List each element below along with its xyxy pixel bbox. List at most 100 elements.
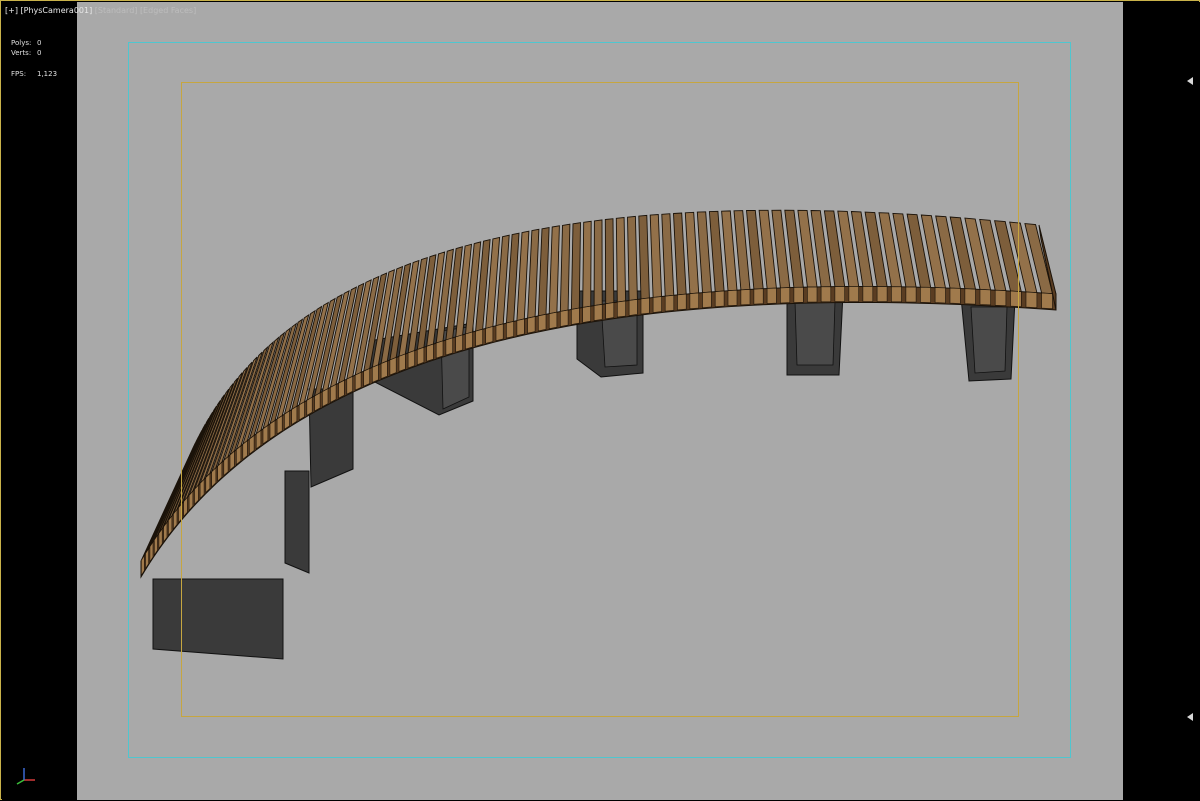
viewport-shading-button[interactable]: [Standard] [95,6,138,15]
bench-slat-front-face [593,304,603,321]
bench-slat-front-face [994,289,1007,307]
bench-leg [152,578,284,660]
bench-slat-front-face [1025,291,1038,309]
bench-slat-front-face [338,379,345,399]
bench-slat-front-face [371,364,379,383]
bench-slat [570,222,581,311]
collapse-arrow-icon[interactable] [1187,77,1193,85]
polys-label: Polys: [11,39,32,47]
bench-slat-front-face [582,305,592,323]
polys-stat: Polys: 0 [11,39,41,47]
bench-slat [548,225,560,315]
bench-slat-front-face [753,288,764,305]
bench-slat-front-face [862,286,874,302]
bench-slat [559,223,571,313]
bench-slat-front-face [298,401,305,421]
bench-slat-front-face [445,337,454,356]
bench-slat [582,220,592,309]
bench-slat [708,210,725,293]
xyz-axis-gizmo-icon [16,768,35,785]
bench-slat [649,214,663,298]
bench-slat-front-face [740,289,751,306]
bench-slat-front-face [363,368,371,387]
bench-slat-front-face [537,313,547,332]
fps-stat: FPS: 1,123 [11,70,57,78]
bench-slat-front-face [389,357,397,376]
bench-slat-front-face [416,346,425,366]
viewport-menu-button[interactable]: [+] [5,6,18,15]
bench-slat-front-face [934,287,946,304]
bench-slat-front-face [306,396,313,416]
bench-slat-front-face [848,286,860,302]
bench-slat-front-face [455,334,463,353]
bench-slat [627,215,638,302]
bench-slat-front-face [269,419,276,440]
bench-slat-front-face [527,316,536,334]
viewport-camera-button[interactable]: [PhysCamera001] [21,6,93,15]
viewport-mode-button[interactable]: [Edged Faces] [140,6,196,15]
bench-slat [604,218,615,305]
bench-slat-front-face [236,445,242,466]
bench-slat [527,228,540,319]
bench-slat-front-face [616,300,626,318]
bench-slat-front-face [516,318,525,336]
bench-model-render[interactable] [1,1,1200,801]
bench-slat-front-face [495,323,504,342]
bench-slat-front-face [949,287,961,304]
bench-slat [615,217,627,303]
bench-slat-front-face [262,424,269,445]
bench-slat-front-face [398,353,406,372]
bench-slat-front-face [793,286,804,303]
perspective-viewport[interactable]: [+] [PhysCamera001] [Standard] [Edged Fa… [0,0,1200,800]
bench-slat-front-face [242,439,248,460]
bench-slat [661,213,675,297]
collapse-arrow-icon[interactable] [1187,713,1193,721]
bench-slat-front-face [820,286,832,303]
fps-value: 1,123 [37,70,58,78]
bench-slat-front-face [727,289,738,307]
bench-slat-front-face [677,293,687,311]
fps-label: FPS: [11,70,27,78]
bench-slat-front-face [652,296,662,313]
bench-slat-front-face [559,309,569,327]
bench-slat-front-face [354,371,362,391]
bench-slat-front-face [475,328,484,347]
bench-slat-front-face [689,292,700,310]
bench-slat-front-face [1010,290,1022,308]
polys-value: 0 [37,39,42,47]
bench-slat-front-face [255,429,262,450]
bench-slat-front-face [407,350,415,369]
bench-slat [684,211,700,295]
bench-slat [673,212,687,296]
bench-slat-front-face [664,294,675,312]
bench-slat-front-face [284,410,290,430]
bench-slat-front-face [979,289,991,306]
bench-slat-front-face [330,383,337,403]
bench-slat [638,214,650,300]
bench-slat-front-face [435,340,444,359]
bench-slat-front-face [920,286,932,303]
bench-leg-inner-face [970,306,1008,374]
bench-slat-front-face [834,286,846,302]
bench-slat-front-face [322,388,329,408]
bench-slat-front-face [571,307,580,325]
bench-slat-front-face [346,375,354,395]
bench-slat-front-face [314,392,321,412]
bench-slat-front-face [702,291,712,309]
bench-slat [537,226,550,317]
verts-stat: Verts: 0 [11,49,41,57]
bench-leg [284,470,310,574]
bench-slat-front-face [780,287,791,304]
bench-slat-front-face [1041,292,1053,310]
bench-slat-front-face [249,434,255,455]
verts-label: Verts: [11,49,32,57]
bench-slat-front-face [276,415,283,435]
bench-slat-front-face [380,360,388,380]
bench-slat-front-face [548,311,558,330]
bench-slat-front-face [426,343,434,362]
bench-slat-front-face [964,288,976,305]
bench-slat [593,219,603,307]
bench-slat-front-face [465,331,473,350]
bench-leg-inner-face [794,300,836,366]
bench-slat-front-face [628,299,638,316]
